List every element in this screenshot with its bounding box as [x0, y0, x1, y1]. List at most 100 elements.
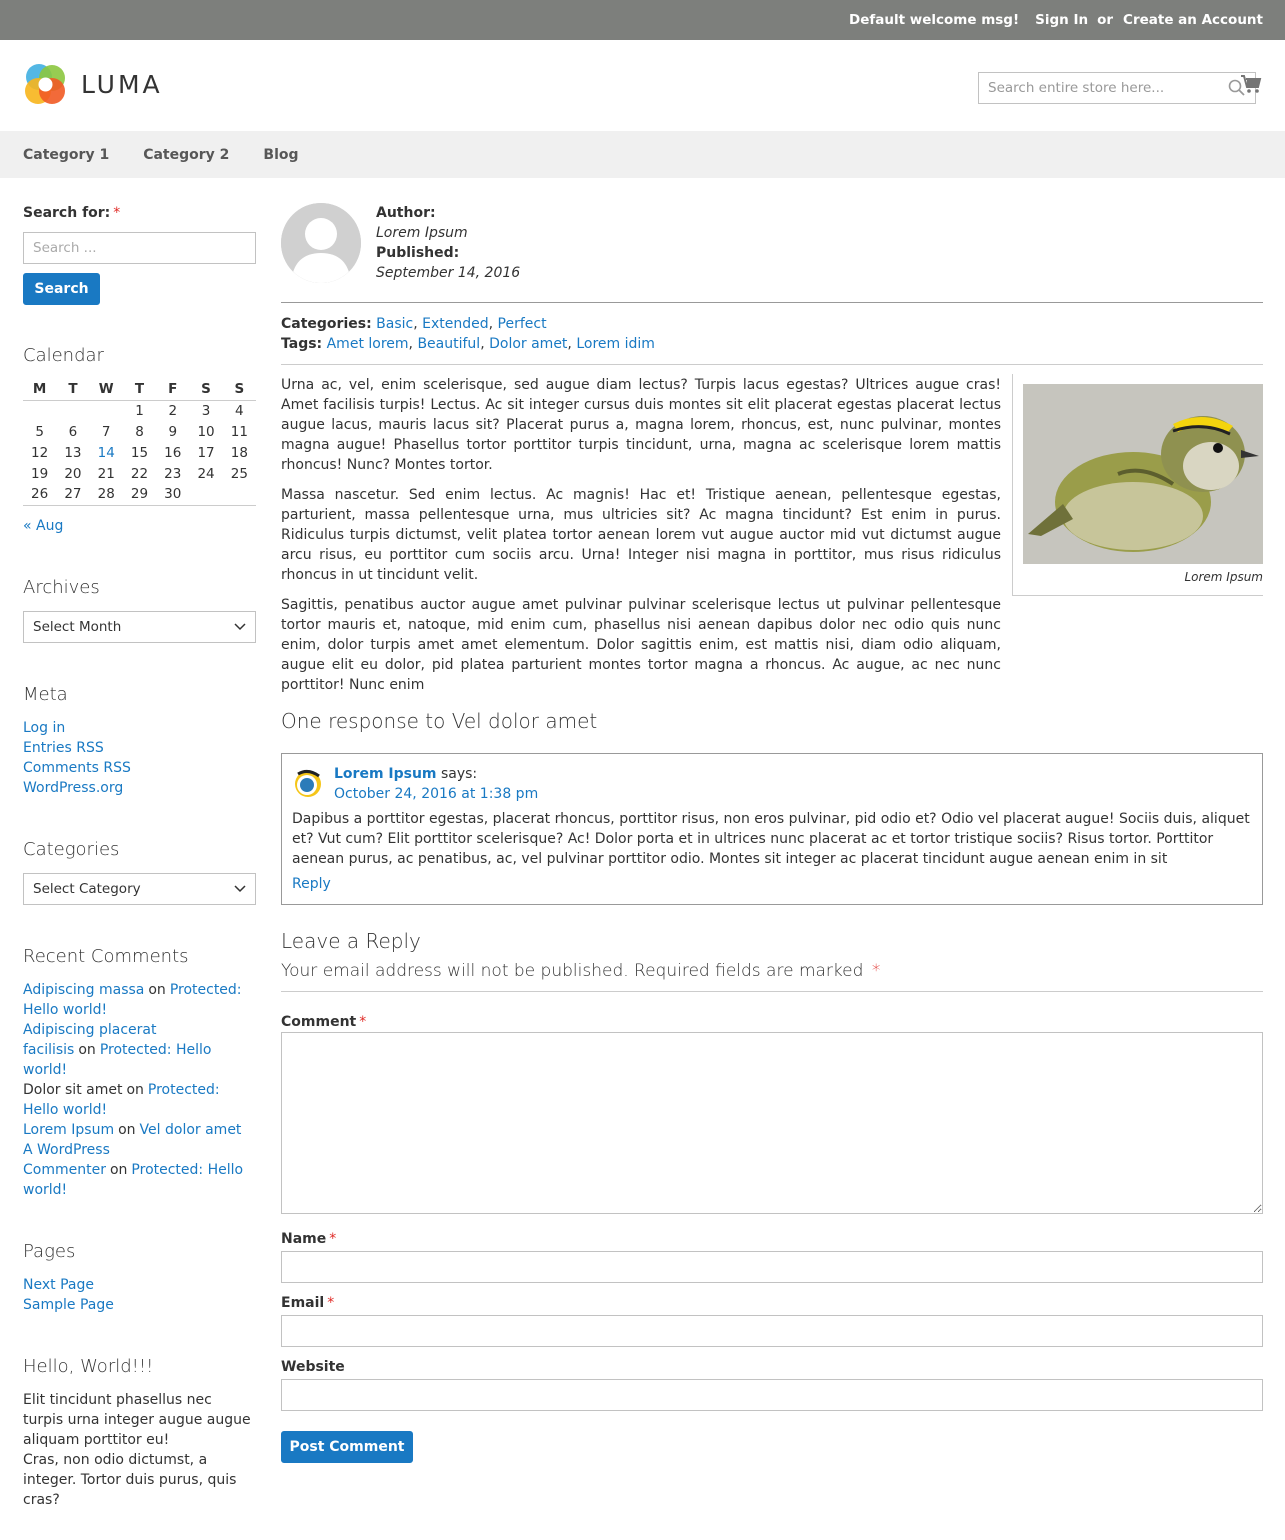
tag-link[interactable]: Lorem idim	[576, 336, 655, 352]
calendar-day-header: M	[23, 379, 57, 401]
hello-text-2: Cras, non odio dictumst, a integer. Tort…	[23, 1451, 237, 1508]
nav-category-1[interactable]: Category 1	[23, 145, 109, 165]
blog-search-input[interactable]	[23, 232, 256, 264]
recent-comment-author[interactable]: Adipiscing massa	[23, 982, 144, 998]
website-input[interactable]	[281, 1379, 1263, 1411]
required-marker: *	[327, 1295, 335, 1311]
pages-title: Pages	[23, 1240, 76, 1262]
tags-label: Tags:	[281, 336, 323, 352]
calendar-day: 26	[23, 484, 57, 506]
search-button[interactable]: Search	[23, 273, 100, 305]
calendar-day-link[interactable]: 14	[90, 442, 123, 463]
category-link[interactable]: Basic	[376, 316, 413, 332]
recent-comment-on: on	[148, 981, 166, 998]
calendar-week: 5 6 7 8 9 10 11	[23, 421, 256, 442]
archives-title: Archives	[23, 576, 100, 598]
post-author-block: Author: Lorem Ipsum Published: September…	[281, 203, 1263, 302]
calendar-day	[222, 484, 256, 506]
post-body: Urna ac, vel, enim scelerisque, sed augu…	[281, 374, 1263, 695]
meta-widget: Meta Log in Entries RSS Comments RSS Wor…	[23, 684, 256, 798]
recent-comment-on: on	[109, 1161, 128, 1178]
calendar-day: 23	[164, 465, 182, 482]
logo[interactable]: LUMA	[23, 62, 163, 107]
website-label: Website	[281, 1359, 345, 1375]
calendar-day: 5	[35, 423, 44, 440]
email-input[interactable]	[281, 1315, 1263, 1347]
divider	[281, 364, 1263, 365]
categories-select-value: Select Category	[33, 880, 141, 897]
reply-notes: Your email address will not be published…	[281, 959, 1263, 983]
category-link[interactable]: Perfect	[498, 316, 547, 332]
calendar-day-header: T	[56, 379, 90, 401]
page-link-next[interactable]: Next Page	[23, 1277, 94, 1293]
recent-comment-author[interactable]: Lorem Ipsum	[23, 1122, 114, 1138]
calendar-day-header: F	[156, 379, 190, 401]
post-paragraph: Massa nascetur. Sed enim lectus. Ac magn…	[281, 487, 1001, 583]
meta-link-login[interactable]: Log in	[23, 720, 65, 736]
luma-logo-icon	[25, 64, 65, 104]
post-paragraph: Sagittis, penatibus auctor augue amet pu…	[281, 597, 1001, 693]
comment-author-link[interactable]: Lorem Ipsum	[334, 766, 437, 782]
calendar-week: 19 20 21 22 23 24 25	[23, 463, 256, 484]
divider	[281, 302, 1263, 303]
author-avatar	[281, 203, 361, 283]
bird-image	[1023, 384, 1263, 564]
author-name: Lorem Ipsum	[376, 225, 468, 241]
calendar-prev-link[interactable]: « Aug	[23, 518, 63, 534]
categories-select[interactable]: Select Category	[23, 872, 256, 905]
calendar-day: 24	[197, 465, 215, 482]
name-input[interactable]	[281, 1251, 1263, 1283]
calendar-week: 12 13 14 15 16 17 18	[23, 442, 256, 463]
chevron-down-icon	[234, 622, 246, 630]
tag-link[interactable]: Amet lorem	[327, 336, 409, 352]
create-account-link[interactable]: Create an Account	[1123, 10, 1263, 30]
required-marker: *	[871, 961, 881, 981]
categories-title: Categories	[23, 838, 120, 860]
nav-category-2[interactable]: Category 2	[143, 145, 229, 165]
sign-in-link[interactable]: Sign In	[1035, 10, 1088, 30]
recent-comments-widget: Recent Comments Adipiscing massa on Protec…	[23, 946, 256, 1200]
meta-link-comments-rss[interactable]: Comments RSS	[23, 760, 131, 776]
required-marker: *	[359, 1014, 367, 1030]
calendar-day-header: T	[122, 379, 157, 401]
post-comment-button[interactable]: Post Comment	[281, 1431, 413, 1463]
recent-comment-item: Adipiscing massa on Protected: Hello world…	[23, 980, 256, 1020]
calendar-day: 19	[31, 465, 49, 482]
recent-comment-post-link[interactable]: Vel dolor amet	[140, 1122, 242, 1138]
recent-comment-item: Lorem Ipsum on Vel dolor amet	[23, 1120, 256, 1140]
nav-blog[interactable]: Blog	[263, 145, 298, 165]
calendar-day-header: W	[89, 379, 123, 401]
recent-comment-author[interactable]: A WordPress Commenter	[23, 1142, 110, 1178]
search-widget: Search for: * Search	[23, 203, 256, 305]
tag-link[interactable]: Dolor amet	[489, 336, 567, 352]
tag-link[interactable]: Beautiful	[417, 336, 480, 352]
comment: Lorem Ipsum says: October 24, 2016 at 1:…	[281, 753, 1263, 905]
name-field-label-row: Name *	[281, 1229, 1263, 1249]
calendar-day: 8	[135, 423, 144, 440]
calendar-day-header: S	[222, 379, 256, 401]
calendar-day: 10	[197, 423, 215, 440]
header: LUMA	[0, 40, 1285, 131]
figure-caption: Lorem Ipsum	[1184, 570, 1263, 584]
comment-textarea[interactable]	[281, 1032, 1263, 1214]
reply-link[interactable]: Reply	[292, 876, 331, 892]
calendar-day: 11	[230, 423, 248, 440]
cart-icon[interactable]	[1240, 73, 1262, 95]
divider	[281, 991, 1263, 992]
page-link-sample[interactable]: Sample Page	[23, 1297, 114, 1313]
calendar-day: 18	[230, 444, 248, 461]
calendar-day: 1	[135, 402, 144, 419]
archives-select[interactable]: Select Month	[23, 610, 256, 643]
comment-date-link[interactable]: October 24, 2016 at 1:38 pm	[334, 786, 538, 802]
calendar-day: 12	[31, 444, 49, 461]
recent-comment-on: on	[126, 1081, 144, 1098]
chevron-down-icon	[234, 884, 246, 892]
calendar-day-header: S	[189, 379, 223, 401]
meta-link-wordpress[interactable]: WordPress.org	[23, 780, 123, 796]
logo-text: LUMA	[81, 69, 163, 99]
meta-link-entries-rss[interactable]: Entries RSS	[23, 740, 104, 756]
calendar-week: 1 2 3 4	[23, 400, 256, 421]
store-search-input[interactable]	[979, 73, 1219, 103]
post-categories: Categories: Basic, Extended, Perfect	[281, 316, 547, 332]
category-link[interactable]: Extended	[422, 316, 489, 332]
